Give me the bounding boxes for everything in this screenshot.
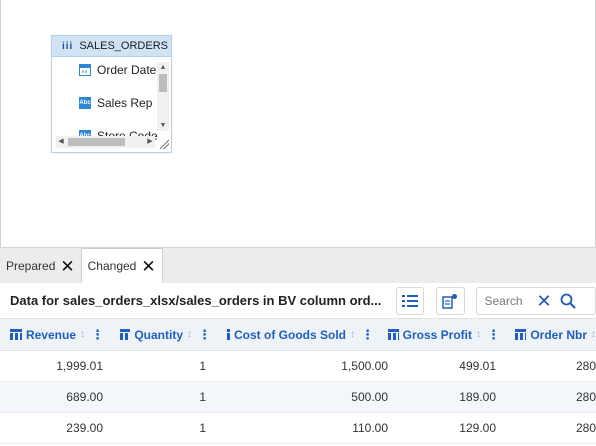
list-view-button[interactable] — [396, 286, 425, 315]
close-icon[interactable]: ✕ — [60, 258, 74, 275]
column-menu-icon[interactable]: ⋮ — [91, 327, 104, 343]
resize-grip-icon[interactable] — [159, 139, 169, 149]
list-icon — [402, 294, 419, 307]
measure-icon — [515, 329, 527, 340]
cell-revenue: 689.00 — [66, 390, 103, 404]
cell-cost-of-goods-sold: 110.00 — [352, 421, 388, 435]
column-header-order-nbr[interactable]: Order Nbr ↕ — [500, 319, 596, 350]
table-row[interactable]: 239.00 1 110.00 129.00 280 — [0, 413, 596, 444]
sort-icon[interactable]: ↕ — [350, 329, 355, 340]
tab-label: Changed — [87, 259, 137, 273]
cell-order-nbr: 280 — [575, 390, 596, 404]
cell-cost-of-goods-sold: 500.00 — [351, 390, 388, 404]
cell-revenue: 1,999.01 — [56, 359, 103, 373]
tab-changed[interactable]: Changed ✕ — [80, 248, 163, 283]
measure-icon — [10, 329, 22, 340]
cell-quantity: 1 — [199, 359, 206, 373]
scroll-thumb[interactable] — [68, 138, 125, 146]
close-icon[interactable]: ✕ — [141, 258, 155, 275]
search-input[interactable]: Search ✕ — [475, 286, 596, 315]
column-header-revenue[interactable]: Revenue ↕ ⋮ — [0, 319, 104, 350]
column-menu-icon[interactable]: ⋮ — [361, 327, 374, 343]
column-menu-icon[interactable]: ⋮ — [198, 327, 211, 343]
clear-search-icon[interactable]: ✕ — [537, 292, 552, 310]
text-field-icon: Abc — [79, 97, 91, 109]
tab-prepared[interactable]: Prepared ✕ — [0, 249, 81, 283]
table-row[interactable]: 689.00 1 500.00 189.00 280 — [0, 382, 596, 413]
table-widget-title: SALES_ORDERS — [79, 40, 168, 52]
column-label: Cost of Goods Sold — [234, 327, 346, 342]
measure-icon — [388, 329, 399, 340]
scroll-right-arrow-icon[interactable]: ▶ — [145, 136, 155, 148]
column-label: Order Nbr — [530, 327, 587, 342]
model-canvas[interactable]: iii SALES_ORDERS Order Date Abc Sales Re… — [0, 0, 596, 247]
table-widget-sales-orders[interactable]: iii SALES_ORDERS Order Date Abc Sales Re… — [51, 35, 172, 153]
tab-label: Prepared — [6, 259, 56, 273]
cell-gross-profit: 499.01 — [459, 359, 496, 373]
tab-bar: Prepared ✕ Changed ✕ — [0, 247, 596, 283]
column-settings-icon — [442, 293, 458, 309]
scroll-left-arrow-icon[interactable]: ◀ — [56, 136, 66, 148]
column-label: Quantity — [134, 327, 183, 342]
table-row[interactable]: 1,999.01 1 1,500.00 499.01 280 — [0, 351, 596, 382]
cell-order-nbr: 280 — [575, 359, 596, 373]
search-placeholder: Search — [484, 293, 523, 308]
data-title: Data for sales_orders_xlsx/sales_orders … — [10, 293, 382, 308]
vertical-scrollbar[interactable]: ▲ ▼ — [157, 62, 169, 131]
cell-cost-of-goods-sold: 1,500.00 — [341, 359, 388, 373]
cell-quantity: 1 — [199, 421, 206, 435]
data-toolbar: Data for sales_orders_xlsx/sales_orders … — [0, 283, 596, 319]
sort-icon[interactable]: ↕ — [187, 329, 192, 340]
sort-icon[interactable]: ↕ — [591, 329, 596, 340]
field-order-date[interactable]: Order Date — [79, 63, 156, 77]
scroll-down-arrow-icon[interactable]: ▼ — [157, 120, 169, 131]
cell-gross-profit: 189.00 — [459, 390, 496, 404]
measure-icon — [120, 329, 131, 340]
scroll-thumb[interactable] — [159, 74, 167, 92]
measure-icon — [227, 329, 230, 340]
column-label: Gross Profit — [402, 327, 472, 342]
table-widget-header[interactable]: iii SALES_ORDERS — [52, 36, 171, 57]
column-menu-icon[interactable]: ⋮ — [487, 327, 500, 343]
sort-icon[interactable]: ↕ — [80, 329, 85, 340]
data-preview-panel: Prepared ✕ Changed ✕ Data for sales_orde… — [0, 247, 596, 446]
column-header-gross-profit[interactable]: Gross Profit ↕ ⋮ — [374, 319, 500, 350]
field-sales-rep[interactable]: Abc Sales Rep — [79, 96, 152, 110]
grid-header: Revenue ↕ ⋮ Quantity ↕ ⋮ Cost of Goods S… — [0, 319, 596, 351]
column-header-cost-of-goods-sold[interactable]: Cost of Goods Sold ↕ ⋮ — [211, 319, 374, 350]
sort-icon[interactable]: ↕ — [476, 329, 481, 340]
cell-quantity: 1 — [199, 390, 206, 404]
field-label: Order Date — [97, 63, 157, 77]
calendar-icon — [79, 64, 91, 76]
column-header-quantity[interactable]: Quantity ↕ ⋮ — [104, 319, 211, 350]
cell-order-nbr: 280 — [575, 421, 596, 435]
field-label: Sales Rep — [97, 96, 153, 110]
search-icon[interactable] — [560, 293, 576, 309]
column-settings-button[interactable] — [436, 286, 465, 315]
cell-gross-profit: 129.00 — [459, 421, 496, 435]
column-label: Revenue — [25, 327, 76, 342]
horizontal-scrollbar[interactable]: ◀ ▶ — [56, 136, 155, 148]
cell-revenue: 239.00 — [66, 421, 103, 435]
scroll-up-arrow-icon[interactable]: ▲ — [157, 62, 169, 73]
table-icon: iii — [62, 40, 74, 52]
